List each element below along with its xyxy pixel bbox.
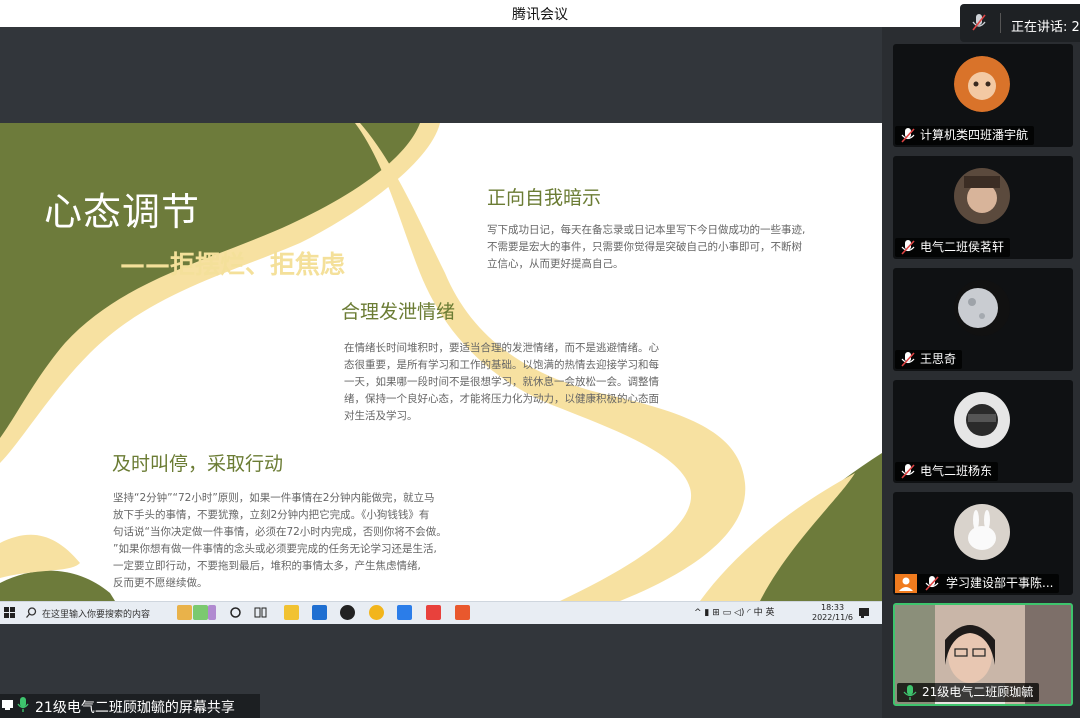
dell-icon[interactable] [340, 605, 355, 620]
divider [1000, 13, 1001, 33]
participant-tile-active-speaker[interactable]: 21级电气二班顾珈毓 [893, 603, 1073, 706]
mic-muted-icon [901, 240, 915, 255]
title-bar: 腾讯会议 [0, 0, 1080, 27]
mic-on-icon [903, 685, 917, 700]
participant-tile[interactable]: 电气二班侯茗轩 [893, 156, 1073, 259]
avatar [954, 392, 1010, 448]
screen-share-icon [2, 700, 13, 710]
participant-tile[interactable]: 学习建设部干事陈... [893, 492, 1073, 595]
section-heading: 合理发泄情绪 [341, 301, 456, 323]
participant-name: 计算机类四班潘宇航 [895, 126, 1035, 145]
mail-icon[interactable] [312, 605, 327, 620]
mic-muted-icon [901, 352, 915, 367]
participant-tile[interactable]: 王思奇 [893, 268, 1073, 371]
wps-icon[interactable] [426, 605, 441, 620]
mic-muted-icon [972, 14, 986, 31]
speaking-label: 正在讲话: 2 [1011, 20, 1080, 35]
presentation-slide: 心态调节 ——拒摆烂、拒焦虑 正向自我暗示 写下成功日记，每天在备忘录或日记本里… [0, 123, 882, 601]
screen-share-label: 21级电气二班顾珈毓的屏幕共享 [0, 694, 260, 718]
cortana-icon[interactable] [228, 605, 243, 620]
participant-tile[interactable]: 电气二班杨东 [893, 380, 1073, 483]
participant-tile[interactable]: 计算机类四班潘宇航 [893, 44, 1073, 147]
participant-name: 电气二班杨东 [895, 462, 999, 481]
taskbar-clock[interactable]: 18:33 2022/11/6 [812, 603, 853, 623]
window-title: 腾讯会议 [512, 7, 568, 23]
notification-icon[interactable] [858, 607, 870, 619]
section-body: 坚持“2分钟”“72小时”原则，如果一件事情在2分钟内能做完，就立马 放下手头的… [113, 492, 447, 589]
chrome-icon[interactable] [369, 605, 384, 620]
windows-taskbar: 在这里输入你要搜索的内容 ^ ▮ ⊞ ▭ ◁) ◜ 中 英 18:33 2022… [0, 601, 882, 624]
participant-name: 电气二班侯茗轩 [895, 238, 1011, 257]
app-icon-game[interactable] [193, 605, 208, 620]
photos-icon[interactable] [397, 605, 412, 620]
taskbar-search-box[interactable]: 在这里输入你要搜索的内容 [22, 604, 172, 622]
slide-title: 心态调节 [44, 190, 201, 234]
speaking-indicator: 正在讲话: 2 [960, 4, 1080, 42]
participant-name: 21级电气二班顾珈毓 [897, 683, 1040, 702]
avatar [954, 168, 1010, 224]
avatar [954, 56, 1010, 112]
slide-subtitle: ——拒摆烂、拒焦虑 [120, 250, 346, 279]
system-tray[interactable]: ^ ▮ ⊞ ▭ ◁) ◜ 中 英 [694, 605, 774, 618]
section-heading: 及时叫停，采取行动 [112, 453, 284, 475]
participant-name: 学习建设部干事陈... [895, 574, 1060, 593]
task-view-icon[interactable] [253, 605, 268, 620]
host-avatar-icon [895, 574, 917, 593]
mic-muted-icon [925, 576, 939, 591]
search-icon [26, 607, 37, 618]
mic-muted-icon [901, 128, 915, 143]
file-explorer-icon[interactable] [284, 605, 299, 620]
slides-app-icon[interactable] [455, 605, 470, 620]
mic-muted-icon [901, 464, 915, 479]
section-body: 在情绪长时间堆积时，要适当合理的发泄情绪，而不是逃避情绪。心 态很重要，是所有学… [344, 342, 659, 422]
mic-on-icon [17, 697, 29, 712]
pen-icon[interactable] [208, 605, 216, 620]
windows-start-icon[interactable] [4, 607, 15, 618]
search-placeholder: 在这里输入你要搜索的内容 [42, 610, 151, 620]
section-body: 写下成功日记，每天在备忘录或日记本里写下今日做成功的一些事迹, 不需要是宏大的事… [487, 224, 806, 270]
participant-name: 王思奇 [895, 350, 963, 369]
avatar [954, 504, 1010, 560]
section-heading: 正向自我暗示 [487, 187, 602, 209]
avatar [954, 280, 1010, 336]
app-icon-pets[interactable] [177, 605, 192, 620]
screen-share-text: 21级电气二班顾珈毓的屏幕共享 [35, 700, 235, 716]
